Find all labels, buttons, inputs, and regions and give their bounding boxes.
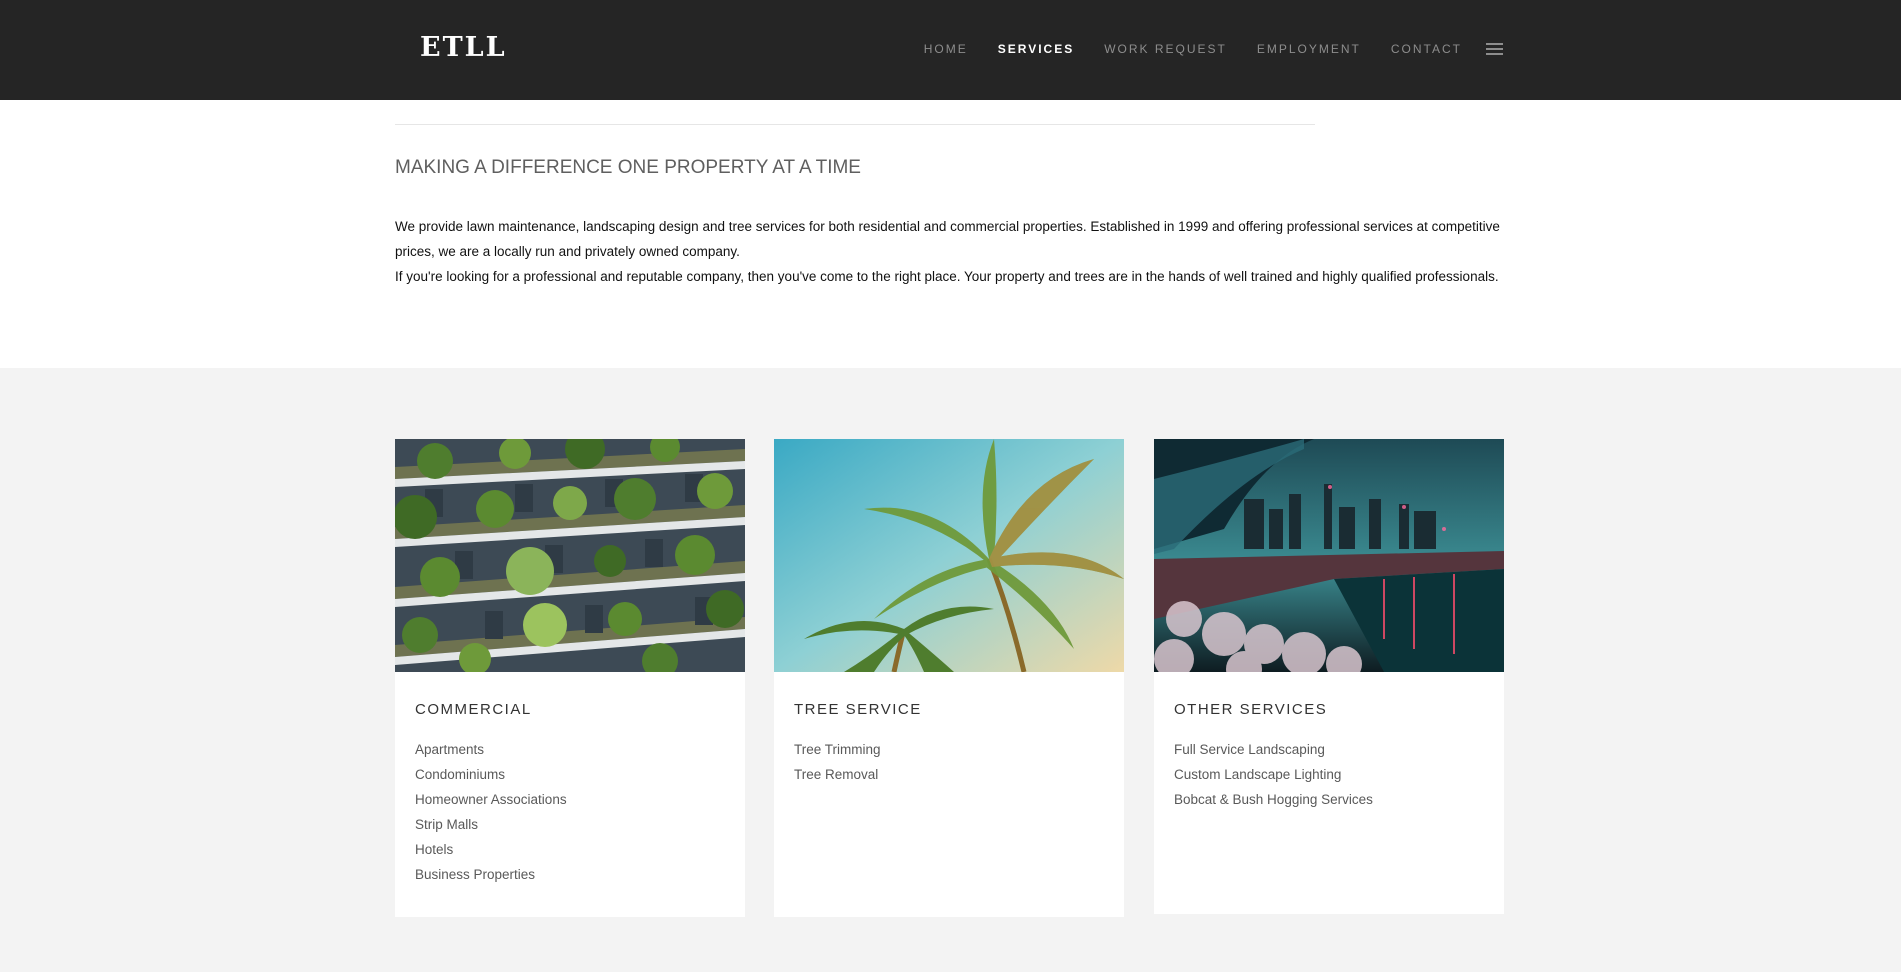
card-list: Full Service Landscaping Custom Landscap… xyxy=(1174,737,1484,812)
nav-work-request[interactable]: WORK REQUEST xyxy=(1104,41,1227,57)
city-illustration xyxy=(1154,439,1504,672)
list-item: Bobcat & Bush Hogging Services xyxy=(1174,792,1373,807)
card-body: TREE SERVICE Tree Trimming Tree Removal xyxy=(774,672,1124,917)
list-item: Business Properties xyxy=(415,867,536,882)
card-body: COMMERCIAL Apartments Condominiums Homeo… xyxy=(395,672,745,917)
nav-employment[interactable]: EMPLOYMENT xyxy=(1257,41,1361,57)
nav-services[interactable]: SERVICES xyxy=(998,41,1074,57)
intro-paragraph-1: We provide lawn maintenance, landscaping… xyxy=(395,219,1500,259)
intro-paragraph-2: If you're looking for a professional and… xyxy=(395,269,1499,284)
intro-text: We provide lawn maintenance, landscaping… xyxy=(395,214,1505,289)
intro-section: MAKING A DIFFERENCE ONE PROPERTY AT A TI… xyxy=(0,100,1901,368)
nav-home[interactable]: HOME xyxy=(924,41,968,57)
list-item: Tree Removal xyxy=(794,767,879,782)
card-title: OTHER SERVICES xyxy=(1174,701,1328,718)
main-nav: HOME SERVICES WORK REQUEST EMPLOYMENT CO… xyxy=(894,41,1503,57)
building-illustration xyxy=(395,439,745,672)
list-item: Full Service Landscaping xyxy=(1174,742,1325,757)
service-card-other-services: OTHER SERVICES Full Service Landscaping … xyxy=(1154,439,1504,914)
site-header: ETLL HOME SERVICES WORK REQUEST EMPLOYME… xyxy=(0,0,1901,100)
card-list: Apartments Condominiums Homeowner Associ… xyxy=(415,737,725,887)
card-spacer xyxy=(794,787,1104,887)
list-item: Hotels xyxy=(415,842,454,857)
intro-title: MAKING A DIFFERENCE ONE PROPERTY AT A TI… xyxy=(395,157,861,178)
list-item: Custom Landscape Lighting xyxy=(1174,767,1342,782)
card-list: Tree Trimming Tree Removal xyxy=(794,737,1104,787)
city-canal-image xyxy=(1154,439,1504,672)
service-card-commercial: COMMERCIAL Apartments Condominiums Homeo… xyxy=(395,439,745,917)
site-logo[interactable]: ETLL xyxy=(420,30,507,66)
card-title: TREE SERVICE xyxy=(794,701,922,718)
palm-illustration xyxy=(774,439,1124,672)
list-item: Homeowner Associations xyxy=(415,792,567,807)
service-card-tree-service: TREE SERVICE Tree Trimming Tree Removal xyxy=(774,439,1124,917)
list-item: Strip Malls xyxy=(415,817,479,832)
building-balconies-image xyxy=(395,439,745,672)
list-item: Apartments xyxy=(415,742,485,757)
card-title: COMMERCIAL xyxy=(415,701,532,718)
palm-trees-image xyxy=(774,439,1124,672)
section-divider xyxy=(395,124,1315,125)
card-body: OTHER SERVICES Full Service Landscaping … xyxy=(1154,672,1504,914)
hamburger-menu-icon[interactable] xyxy=(1486,43,1503,55)
list-item: Tree Trimming xyxy=(794,742,881,757)
nav-contact[interactable]: CONTACT xyxy=(1391,41,1462,57)
card-spacer xyxy=(1174,812,1484,884)
list-item: Condominiums xyxy=(415,767,506,782)
